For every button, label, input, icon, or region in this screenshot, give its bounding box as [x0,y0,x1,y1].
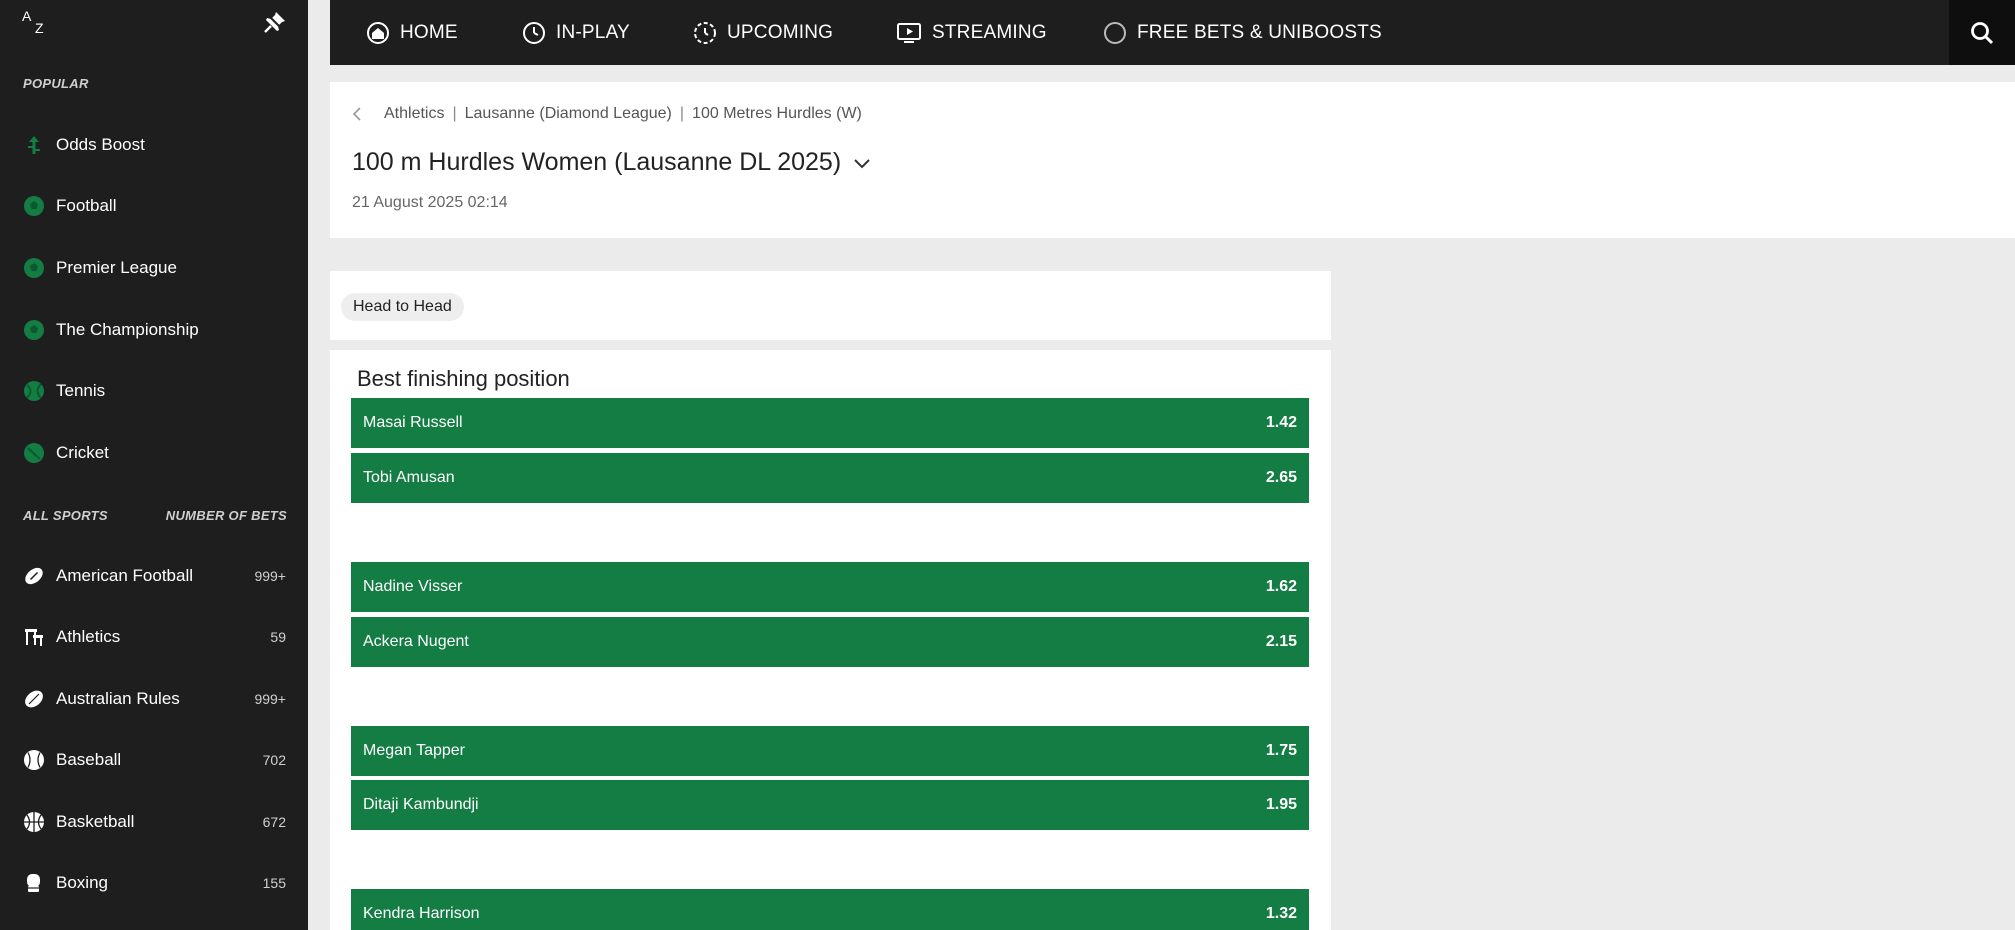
outcome-odds: 1.42 [1265,414,1297,431]
all-sports-heading: ALL SPORTS [23,508,108,523]
search-icon [1971,21,1994,44]
outcome-button[interactable]: Ditaji Kambundji 1.95 [351,780,1309,830]
sidebar-item-athletics[interactable]: Athletics 59 [0,609,308,665]
number-of-bets-heading: NUMBER OF BETS [165,508,287,523]
outcome-name: Ackera Nugent [363,633,469,650]
sidebar-item-boxing[interactable]: Boxing 155 [0,855,308,911]
outcome-button[interactable]: Nadine Visser 1.62 [351,562,1309,612]
nav-home[interactable]: HOME [366,0,458,65]
baseball-icon [23,749,45,771]
sidebar: A Z POPULAR Odds Boost Football Premier … [0,0,308,930]
athletics-icon [23,626,45,648]
bet-count: 59 [270,629,286,645]
market-filter: Head to Head [330,271,1331,340]
event-date: 21 August 2025 02:14 [352,194,508,211]
outcome-button[interactable]: Masai Russell 1.42 [351,398,1309,448]
outcome-name: Nadine Visser [363,578,463,595]
breadcrumb-separator: | [452,105,457,122]
bet-count: 155 [262,875,286,891]
breadcrumb-athletics[interactable]: Athletics [384,105,444,123]
breadcrumb: Athletics | Lausanne (Diamond League) | … [352,102,862,126]
sidebar-item-baseball[interactable]: Baseball 702 [0,732,308,788]
event-title[interactable]: 100 m Hurdles Women (Lausanne DL 2025) [352,148,871,177]
sidebar-item-the-championship[interactable]: The Championship [0,302,308,358]
american-football-icon [23,565,45,587]
outcome-name: Masai Russell [363,414,463,431]
outcome-odds: 2.65 [1265,469,1297,486]
market-card: Best finishing position Masai Russell 1.… [330,350,1331,930]
outcome-button[interactable]: Megan Tapper 1.75 [351,726,1309,776]
nav-free-bets[interactable]: FREE BETS & UNIBOOSTS [1103,0,1382,65]
outcome-name: Kendra Harrison [363,905,480,922]
outcome-odds: 1.95 [1265,796,1297,813]
outcome-name: Tobi Amusan [363,469,455,486]
outcome-odds: 1.75 [1265,742,1297,759]
outcome-button[interactable]: Kendra Harrison 1.32 [351,889,1309,930]
outcome-name: Megan Tapper [363,742,465,759]
az-sort-icon[interactable]: A Z [22,8,48,38]
sidebar-item-australian-rules[interactable]: Australian Rules 999+ [0,671,308,727]
sidebar-item-cricket[interactable]: Cricket [0,425,308,481]
nav-in-play[interactable]: IN-PLAY [522,0,630,65]
odds-boost-icon [23,134,45,156]
sidebar-item-american-football[interactable]: American Football 999+ [0,548,308,604]
sidebar-item-odds-boost[interactable]: Odds Boost [0,117,308,173]
sidebar-item-premier-league[interactable]: Premier League [0,240,308,296]
basketball-icon [23,811,45,833]
chevron-down-icon[interactable] [853,157,871,169]
free-bets-icon [1104,21,1126,44]
sidebar-item-tennis[interactable]: Tennis [0,363,308,419]
outcome-odds: 1.32 [1265,905,1297,922]
upcoming-icon [694,21,716,44]
outcome-name: Ditaji Kambundji [363,796,479,813]
outcome-odds: 2.15 [1265,633,1297,650]
breadcrumb-event[interactable]: 100 Metres Hurdles (W) [692,105,862,123]
breadcrumb-lausanne[interactable]: Lausanne (Diamond League) [465,105,672,123]
outcome-button[interactable]: Tobi Amusan 2.65 [351,453,1309,503]
back-button[interactable] [352,102,374,126]
head-to-head-chip[interactable]: Head to Head [341,293,464,321]
nav-upcoming[interactable]: UPCOMING [693,0,833,65]
breadcrumb-separator: | [679,105,685,122]
football-icon [23,319,45,341]
home-icon [367,21,389,44]
bet-count: 999+ [254,568,286,584]
search-button[interactable] [1949,0,2015,65]
nav-streaming[interactable]: STREAMING [896,0,1047,65]
football-icon [23,195,45,217]
tennis-icon [23,380,45,402]
market-title: Best finishing position [357,366,570,391]
top-navigation: HOME IN-PLAY UPCOMING STREAMING FREE BET… [330,0,2015,65]
sidebar-toolbar: A Z [0,0,308,46]
sidebar-item-football[interactable]: Football [0,178,308,234]
football-icon [23,257,45,279]
event-header: Athletics | Lausanne (Diamond League) | … [330,82,2015,238]
outcome-odds: 1.62 [1265,578,1297,595]
chevron-left-icon [352,107,361,121]
in-play-icon [523,21,545,44]
cricket-icon [23,442,45,464]
australian-rules-icon [23,688,45,710]
outcome-button[interactable]: Ackera Nugent 2.15 [351,617,1309,667]
popular-heading: POPULAR [23,76,89,91]
boxing-icon [23,872,45,894]
bet-count: 999+ [254,691,286,707]
streaming-icon [897,22,921,43]
bet-count: 702 [262,752,286,768]
bet-count: 672 [262,814,286,830]
pin-icon[interactable] [262,9,288,35]
sidebar-item-basketball[interactable]: Basketball 672 [0,794,308,850]
